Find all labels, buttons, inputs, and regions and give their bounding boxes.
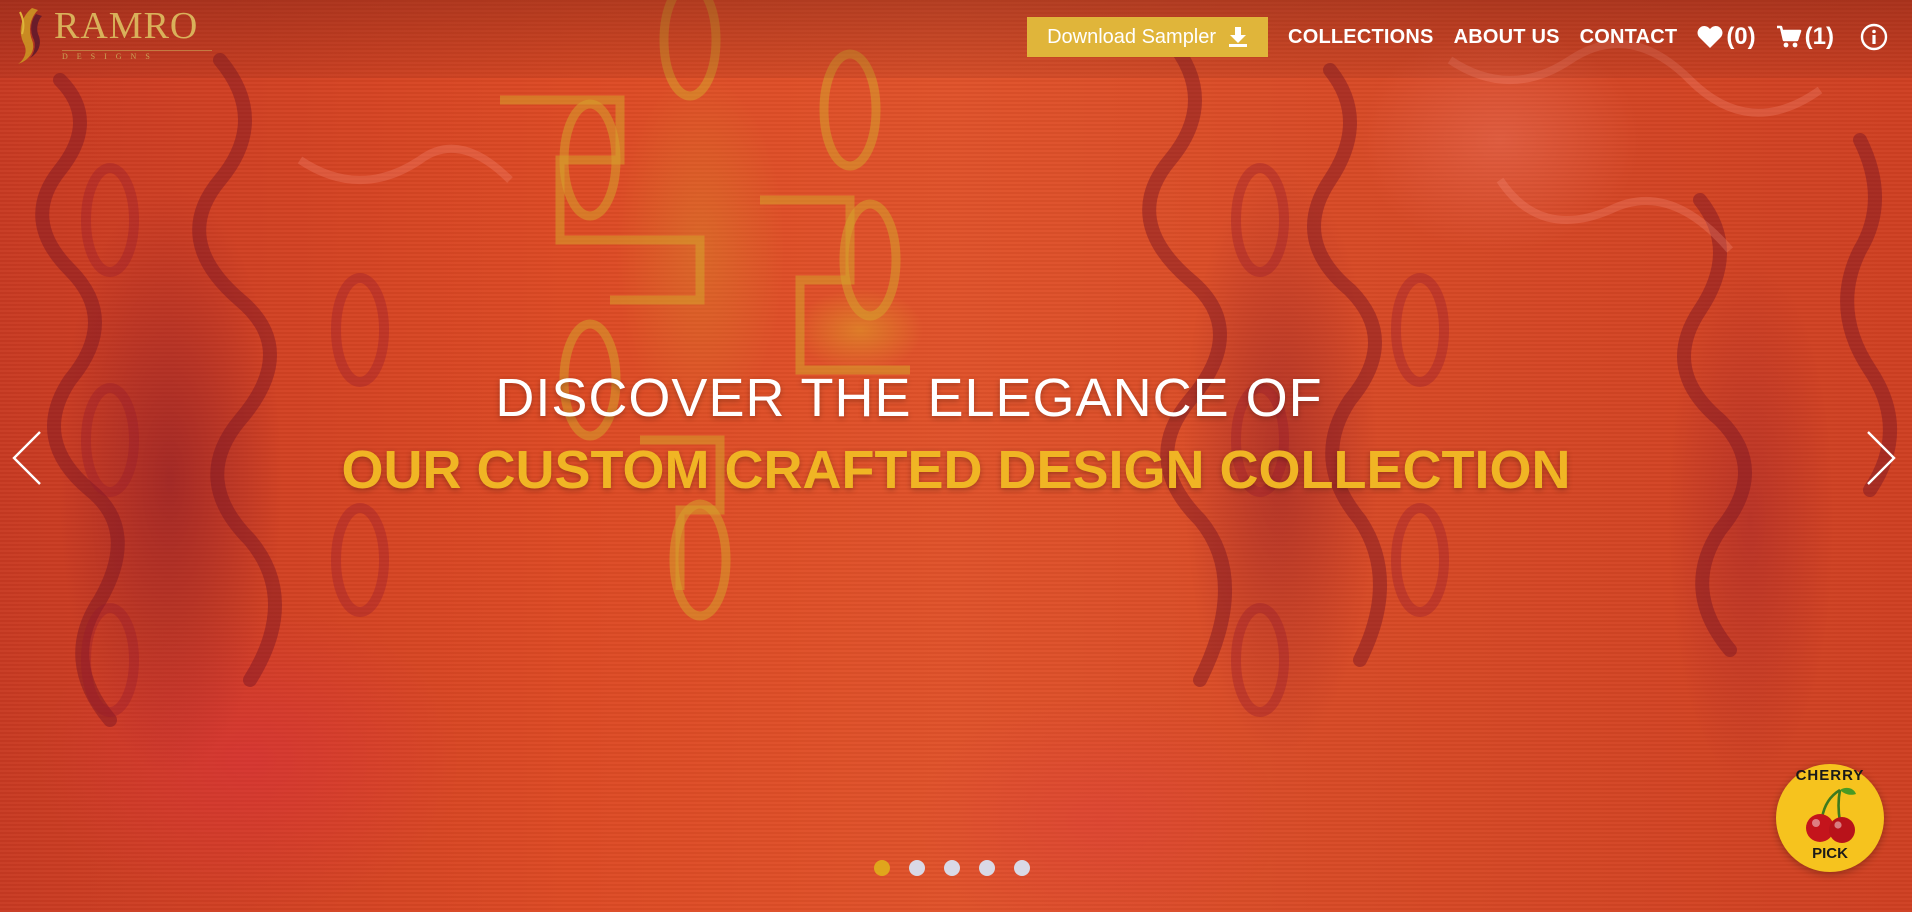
brand-name: RAMRO (54, 5, 199, 47)
download-sampler-button[interactable]: Download Sampler (1027, 17, 1269, 57)
cherry-pick-bottom-label: PICK (1812, 845, 1848, 862)
chevron-right-icon[interactable] (1864, 428, 1898, 488)
cherry-pick-badge[interactable]: CHERRY PICK (1776, 764, 1884, 872)
carousel-dot-4[interactable] (979, 860, 995, 876)
logo-feather-icon (18, 8, 42, 64)
carousel-dot-1[interactable] (874, 860, 890, 876)
nav-contact[interactable]: CONTACT (1580, 26, 1678, 49)
hero-title-line1: DISCOVER THE ELEGANCE OF (495, 368, 1323, 428)
nav-about-us[interactable]: ABOUT US (1454, 26, 1560, 49)
wishlist-count: (0) (1726, 23, 1756, 50)
cherry-pick-top-label: CHERRY (1795, 767, 1865, 784)
main-nav: Download Sampler COLLECTIONS ABOUT US CO… (1027, 17, 1888, 57)
cherry-icon (1806, 787, 1856, 843)
carousel-dot-3[interactable] (944, 860, 960, 876)
carousel-dot-2[interactable] (909, 860, 925, 876)
cart-count: (1) (1804, 23, 1834, 50)
carousel-dot-5[interactable] (1014, 860, 1030, 876)
info-icon[interactable] (1860, 23, 1888, 51)
site-header: RAMRO DESIGNS Download Sampler COLLECTIO… (0, 0, 1912, 78)
nav-collections[interactable]: COLLECTIONS (1288, 26, 1434, 49)
page: RAMRO DESIGNS Download Sampler COLLECTIO… (0, 0, 1912, 912)
chevron-left-icon[interactable] (10, 428, 44, 488)
brand-logo[interactable]: RAMRO DESIGNS (10, 4, 212, 64)
download-icon (1229, 27, 1248, 47)
wishlist-button[interactable]: (0) (1697, 23, 1756, 51)
hero-title-line2: OUR CUSTOM CRAFTED DESIGN COLLECTION (341, 440, 1571, 500)
cart-button[interactable]: (1) (1776, 23, 1834, 51)
download-sampler-label: Download Sampler (1047, 25, 1217, 48)
heart-icon (1697, 26, 1723, 48)
hero-headline: DISCOVER THE ELEGANCE OF OUR CUSTOM CRAF… (0, 364, 1912, 508)
brand-tagline: DESIGNS (62, 50, 212, 62)
carousel-pagination (874, 860, 1030, 876)
cart-icon (1776, 25, 1801, 48)
